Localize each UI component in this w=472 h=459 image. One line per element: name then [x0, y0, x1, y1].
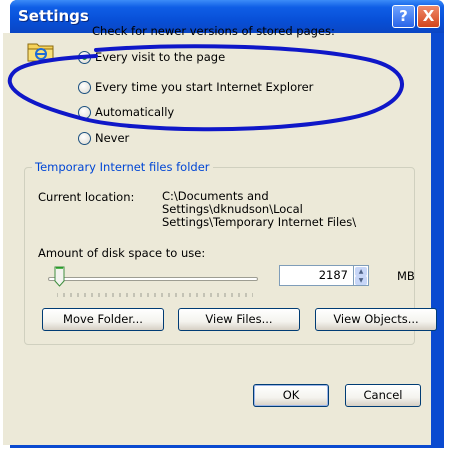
radio-button[interactable] — [78, 50, 91, 64]
slider-thumb[interactable] — [54, 266, 65, 287]
radio-automatically[interactable]: Automatically — [78, 104, 174, 120]
radio-button[interactable] — [78, 131, 91, 145]
radio-label: Automatically — [95, 105, 175, 119]
internet-explorer-folder-icon — [27, 43, 54, 62]
location-value: C:\Documents and Settings\dknudson\Local… — [162, 189, 357, 229]
group-title: Temporary Internet files folder — [32, 160, 213, 174]
radio-every-visit[interactable]: Every visit to the page — [78, 49, 225, 65]
radio-label: Never — [95, 131, 130, 145]
window-title: Settings — [18, 7, 89, 25]
disk-space-slider-track[interactable] — [48, 277, 258, 281]
help-button[interactable]: ? — [392, 5, 415, 28]
disk-space-label: Amount of disk space to use: — [38, 246, 206, 260]
ok-button[interactable]: OK — [253, 384, 329, 407]
radio-label: Every visit to the page — [95, 50, 226, 64]
cancel-button[interactable]: Cancel — [345, 384, 421, 407]
view-objects-button[interactable]: View Objects... — [315, 308, 437, 331]
location-label: Current location: — [38, 190, 135, 204]
disk-space-input[interactable]: 2187 — [279, 265, 354, 286]
spin-up-icon[interactable]: ▲ — [355, 267, 367, 276]
view-files-button[interactable]: View Files... — [178, 308, 300, 331]
radio-never[interactable]: Never — [78, 130, 129, 146]
disk-space-spinner[interactable]: ▲ ▼ — [354, 265, 369, 286]
radio-every-start[interactable]: Every time you start Internet Explorer — [78, 79, 313, 95]
radio-button[interactable] — [78, 105, 91, 119]
move-folder-button[interactable]: Move Folder... — [42, 308, 164, 331]
radio-label: Every time you start Internet Explorer — [95, 80, 314, 94]
radio-button[interactable] — [78, 80, 91, 94]
close-button[interactable]: X — [417, 5, 440, 28]
disk-space-unit: MB — [397, 269, 415, 283]
check-newer-heading: Check for newer versions of stored pages… — [92, 24, 335, 38]
spin-down-icon[interactable]: ▼ — [355, 276, 367, 285]
slider-ticks — [57, 293, 253, 297]
